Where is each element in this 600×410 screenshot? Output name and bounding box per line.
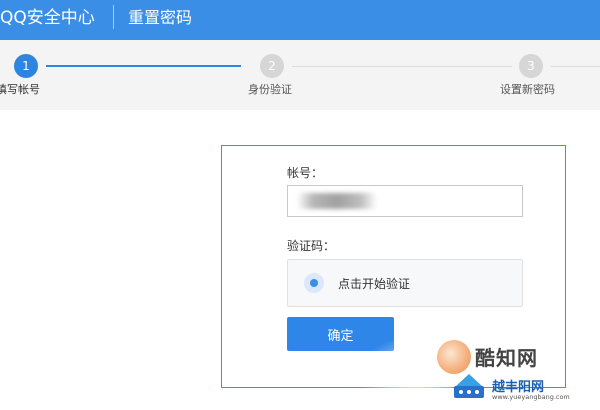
step-3-label: 设置新密码: [500, 83, 555, 96]
account-label: 帐号：: [287, 166, 324, 180]
header-bar: QQ安全中心 重置密码: [0, 0, 600, 40]
verify-prompt: 点击开始验证: [338, 277, 411, 291]
yfy-watermark: 越丰阳网 www.yueyangbang.com: [448, 366, 598, 406]
step-line-1: [46, 65, 241, 67]
yfy-watermark-url: www.yueyangbang.com: [492, 393, 570, 401]
step-1-label: 填写帐号: [0, 83, 40, 96]
step-progress: 1 填写帐号 2 身份验证 3 设置新密码: [0, 40, 600, 110]
step-1-circle: 1: [14, 54, 38, 78]
page-title: 重置密码: [128, 8, 193, 27]
step-line-3: [551, 66, 600, 67]
page: QQ安全中心 重置密码 1 填写帐号 2 身份验证 3 设置新密码 帐号： 验证…: [0, 0, 600, 410]
verify-dot-icon: [304, 273, 324, 293]
step-2-label: 身份验证: [248, 83, 292, 96]
step-2-circle: 2: [260, 54, 284, 78]
verify-dot-core: [310, 279, 318, 287]
start-verification-button[interactable]: 点击开始验证: [287, 259, 523, 307]
brand-title[interactable]: QQ安全中心: [0, 6, 95, 30]
header-divider: [113, 5, 114, 29]
step-3-circle: 3: [519, 54, 543, 78]
account-value-blurred: [297, 193, 377, 209]
step-line-2: [292, 66, 512, 67]
yfy-logo-icon: [454, 374, 484, 398]
captcha-label: 验证码：: [287, 239, 336, 253]
